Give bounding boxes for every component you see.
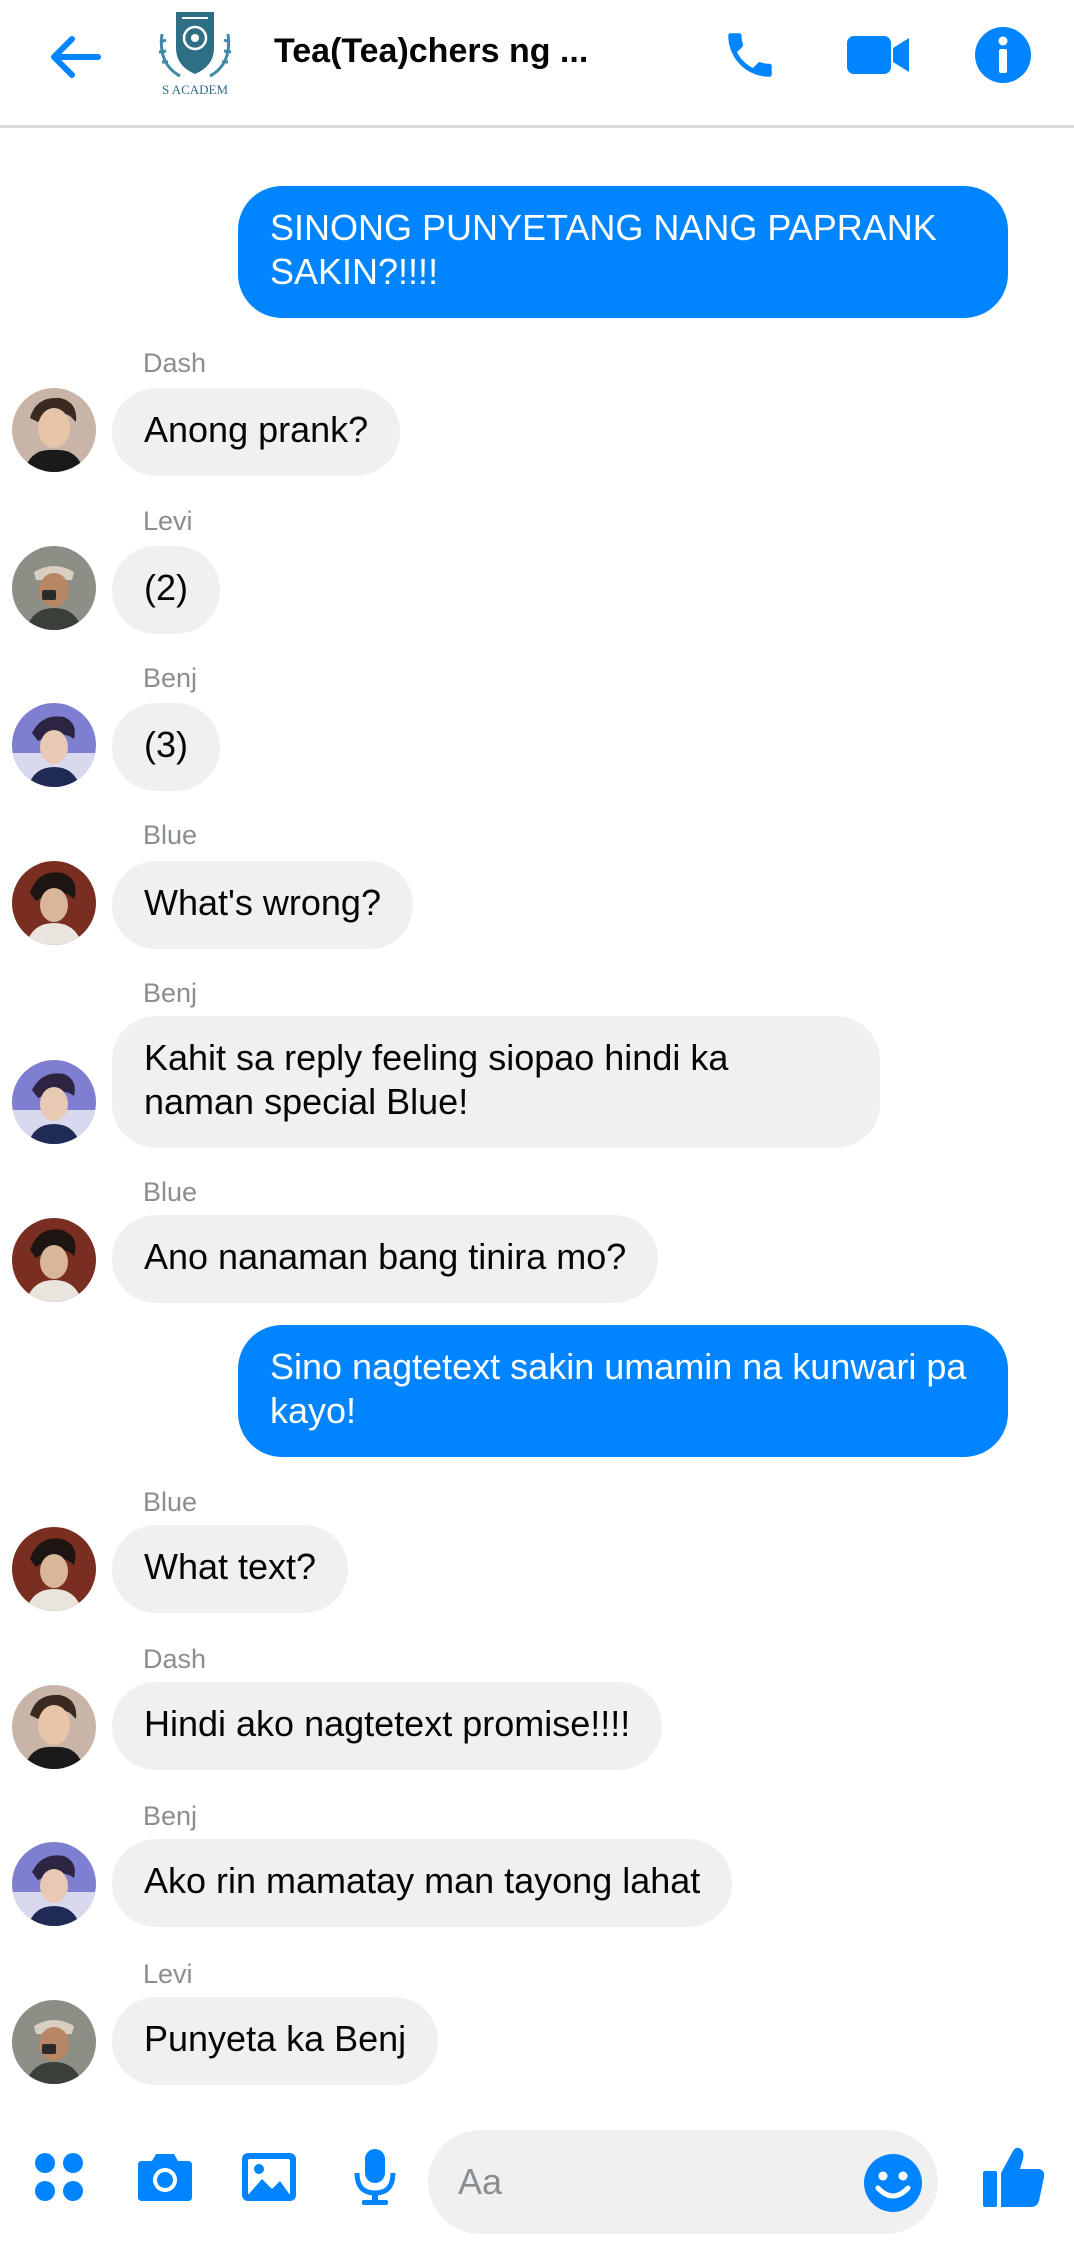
emoji-button[interactable] bbox=[862, 2152, 924, 2214]
info-button[interactable] bbox=[966, 20, 1040, 90]
avatar-levi[interactable] bbox=[12, 2000, 96, 2084]
info-icon bbox=[975, 27, 1031, 83]
gallery-button[interactable] bbox=[234, 2142, 304, 2212]
incoming-message-bubble[interactable]: Anong prank? bbox=[112, 388, 401, 476]
avatar-blue[interactable] bbox=[12, 861, 96, 945]
camera-icon bbox=[138, 2154, 192, 2201]
incoming-message-bubble[interactable]: What's wrong? bbox=[112, 861, 413, 949]
avatar-blue[interactable] bbox=[12, 1218, 96, 1302]
voice-message-button[interactable] bbox=[340, 2142, 410, 2212]
back-button[interactable] bbox=[40, 22, 110, 92]
sender-name: Benj bbox=[143, 978, 198, 1008]
chat-header: S ACADEM Tea(Tea)chers ng ... bbox=[0, 0, 1074, 128]
academy-logo-icon: S ACADEM bbox=[158, 12, 232, 97]
incoming-message-bubble[interactable]: Hindi ako nagtetext promise!!!! bbox=[112, 1682, 663, 1770]
thumbs-up-icon bbox=[983, 2147, 1045, 2207]
person-photo-icon bbox=[12, 1842, 96, 1926]
incoming-message-bubble[interactable]: Kahit sa reply feeling siopao hindi ka n… bbox=[112, 1016, 880, 1148]
outgoing-message-bubble[interactable]: Sino nagtetext sakin umamin na kunwari p… bbox=[238, 1325, 1008, 1457]
camera-button[interactable] bbox=[130, 2142, 200, 2212]
person-photo-icon bbox=[12, 388, 96, 472]
sender-name: Benj bbox=[143, 1801, 198, 1831]
like-button[interactable] bbox=[976, 2142, 1052, 2212]
video-call-button[interactable] bbox=[838, 20, 918, 90]
svg-text:S ACADEM: S ACADEM bbox=[162, 82, 229, 97]
sender-name: Blue bbox=[143, 820, 198, 850]
person-photo-icon bbox=[12, 861, 96, 945]
video-camera-icon bbox=[847, 36, 909, 74]
sender-name: Blue bbox=[143, 1487, 198, 1517]
message-input-container[interactable] bbox=[428, 2130, 938, 2234]
sender-name: Levi bbox=[143, 506, 193, 536]
conversation-title[interactable]: Tea(Tea)chers ng ... bbox=[274, 32, 588, 71]
phone-icon bbox=[728, 33, 772, 77]
person-photo-icon bbox=[12, 1527, 96, 1611]
sender-name: Benj bbox=[143, 663, 198, 693]
message-list[interactable]: SINONG PUNYETANG NANG PAPRANK SAKIN?!!!!… bbox=[0, 130, 1074, 2090]
person-photo-icon bbox=[12, 1060, 96, 1144]
avatar-benj[interactable] bbox=[12, 703, 96, 787]
four-dots-icon bbox=[35, 2153, 83, 2201]
sender-name: Levi bbox=[143, 1959, 193, 1989]
person-photo-icon bbox=[12, 546, 96, 630]
sender-name: Dash bbox=[143, 348, 207, 378]
incoming-message-bubble[interactable]: What text? bbox=[112, 1525, 349, 1613]
incoming-message-bubble[interactable]: Ako rin mamatay man tayong lahat bbox=[112, 1839, 733, 1927]
incoming-message-bubble[interactable]: Punyeta ka Benj bbox=[112, 1997, 439, 2085]
avatar-dash[interactable] bbox=[12, 1685, 96, 1769]
message-composer bbox=[0, 2120, 1074, 2242]
image-icon bbox=[242, 2153, 296, 2201]
person-photo-icon bbox=[12, 2000, 96, 2084]
group-avatar[interactable]: S ACADEM bbox=[150, 4, 240, 100]
incoming-message-bubble[interactable]: (3) bbox=[112, 703, 220, 791]
person-photo-icon bbox=[12, 1685, 96, 1769]
avatar-levi[interactable] bbox=[12, 546, 96, 630]
person-photo-icon bbox=[12, 703, 96, 787]
avatar-benj[interactable] bbox=[12, 1060, 96, 1144]
incoming-message-bubble[interactable]: (2) bbox=[112, 546, 220, 634]
avatar-dash[interactable] bbox=[12, 388, 96, 472]
microphone-icon bbox=[354, 2149, 396, 2205]
incoming-message-bubble[interactable]: Ano nanaman bang tinira mo? bbox=[112, 1215, 659, 1303]
outgoing-message-bubble[interactable]: SINONG PUNYETANG NANG PAPRANK SAKIN?!!!! bbox=[238, 186, 1008, 318]
sender-name: Dash bbox=[143, 1644, 207, 1674]
sender-name: Blue bbox=[143, 1177, 198, 1207]
avatar-benj[interactable] bbox=[12, 1842, 96, 1926]
person-photo-icon bbox=[12, 1218, 96, 1302]
voice-call-button[interactable] bbox=[712, 20, 788, 90]
smiley-icon bbox=[864, 2154, 922, 2212]
message-input[interactable] bbox=[458, 2152, 838, 2212]
avatar-blue[interactable] bbox=[12, 1527, 96, 1611]
more-actions-button[interactable] bbox=[24, 2142, 94, 2212]
arrow-left-icon bbox=[51, 36, 101, 78]
